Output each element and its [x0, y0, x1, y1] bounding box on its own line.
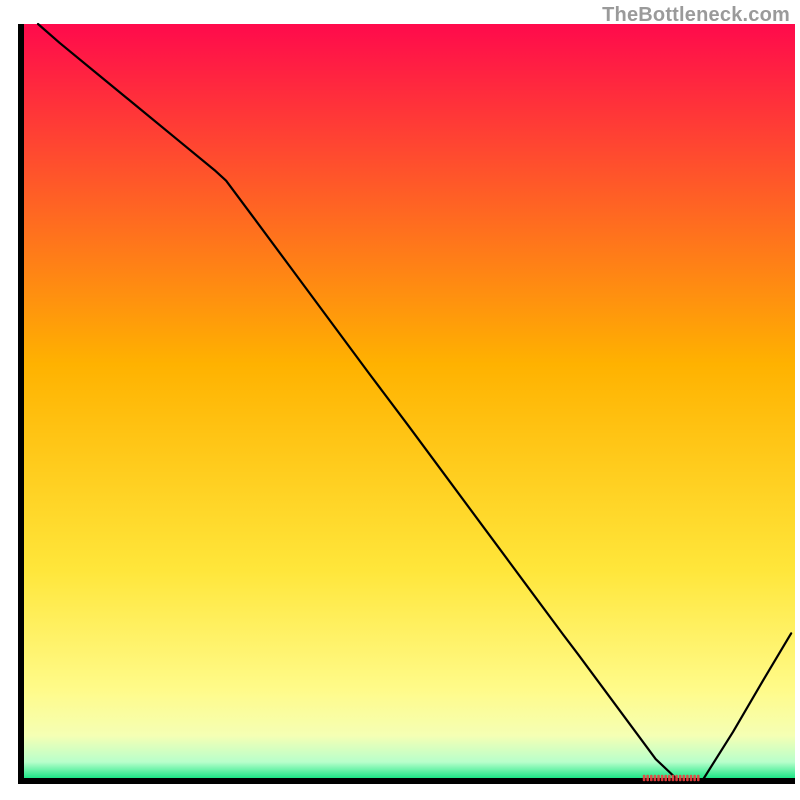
plot-gradient-bg — [21, 24, 795, 781]
chart-svg — [0, 0, 800, 800]
chart-root: TheBottleneck.com — [0, 0, 800, 800]
attribution-link[interactable]: TheBottleneck.com — [602, 4, 790, 27]
